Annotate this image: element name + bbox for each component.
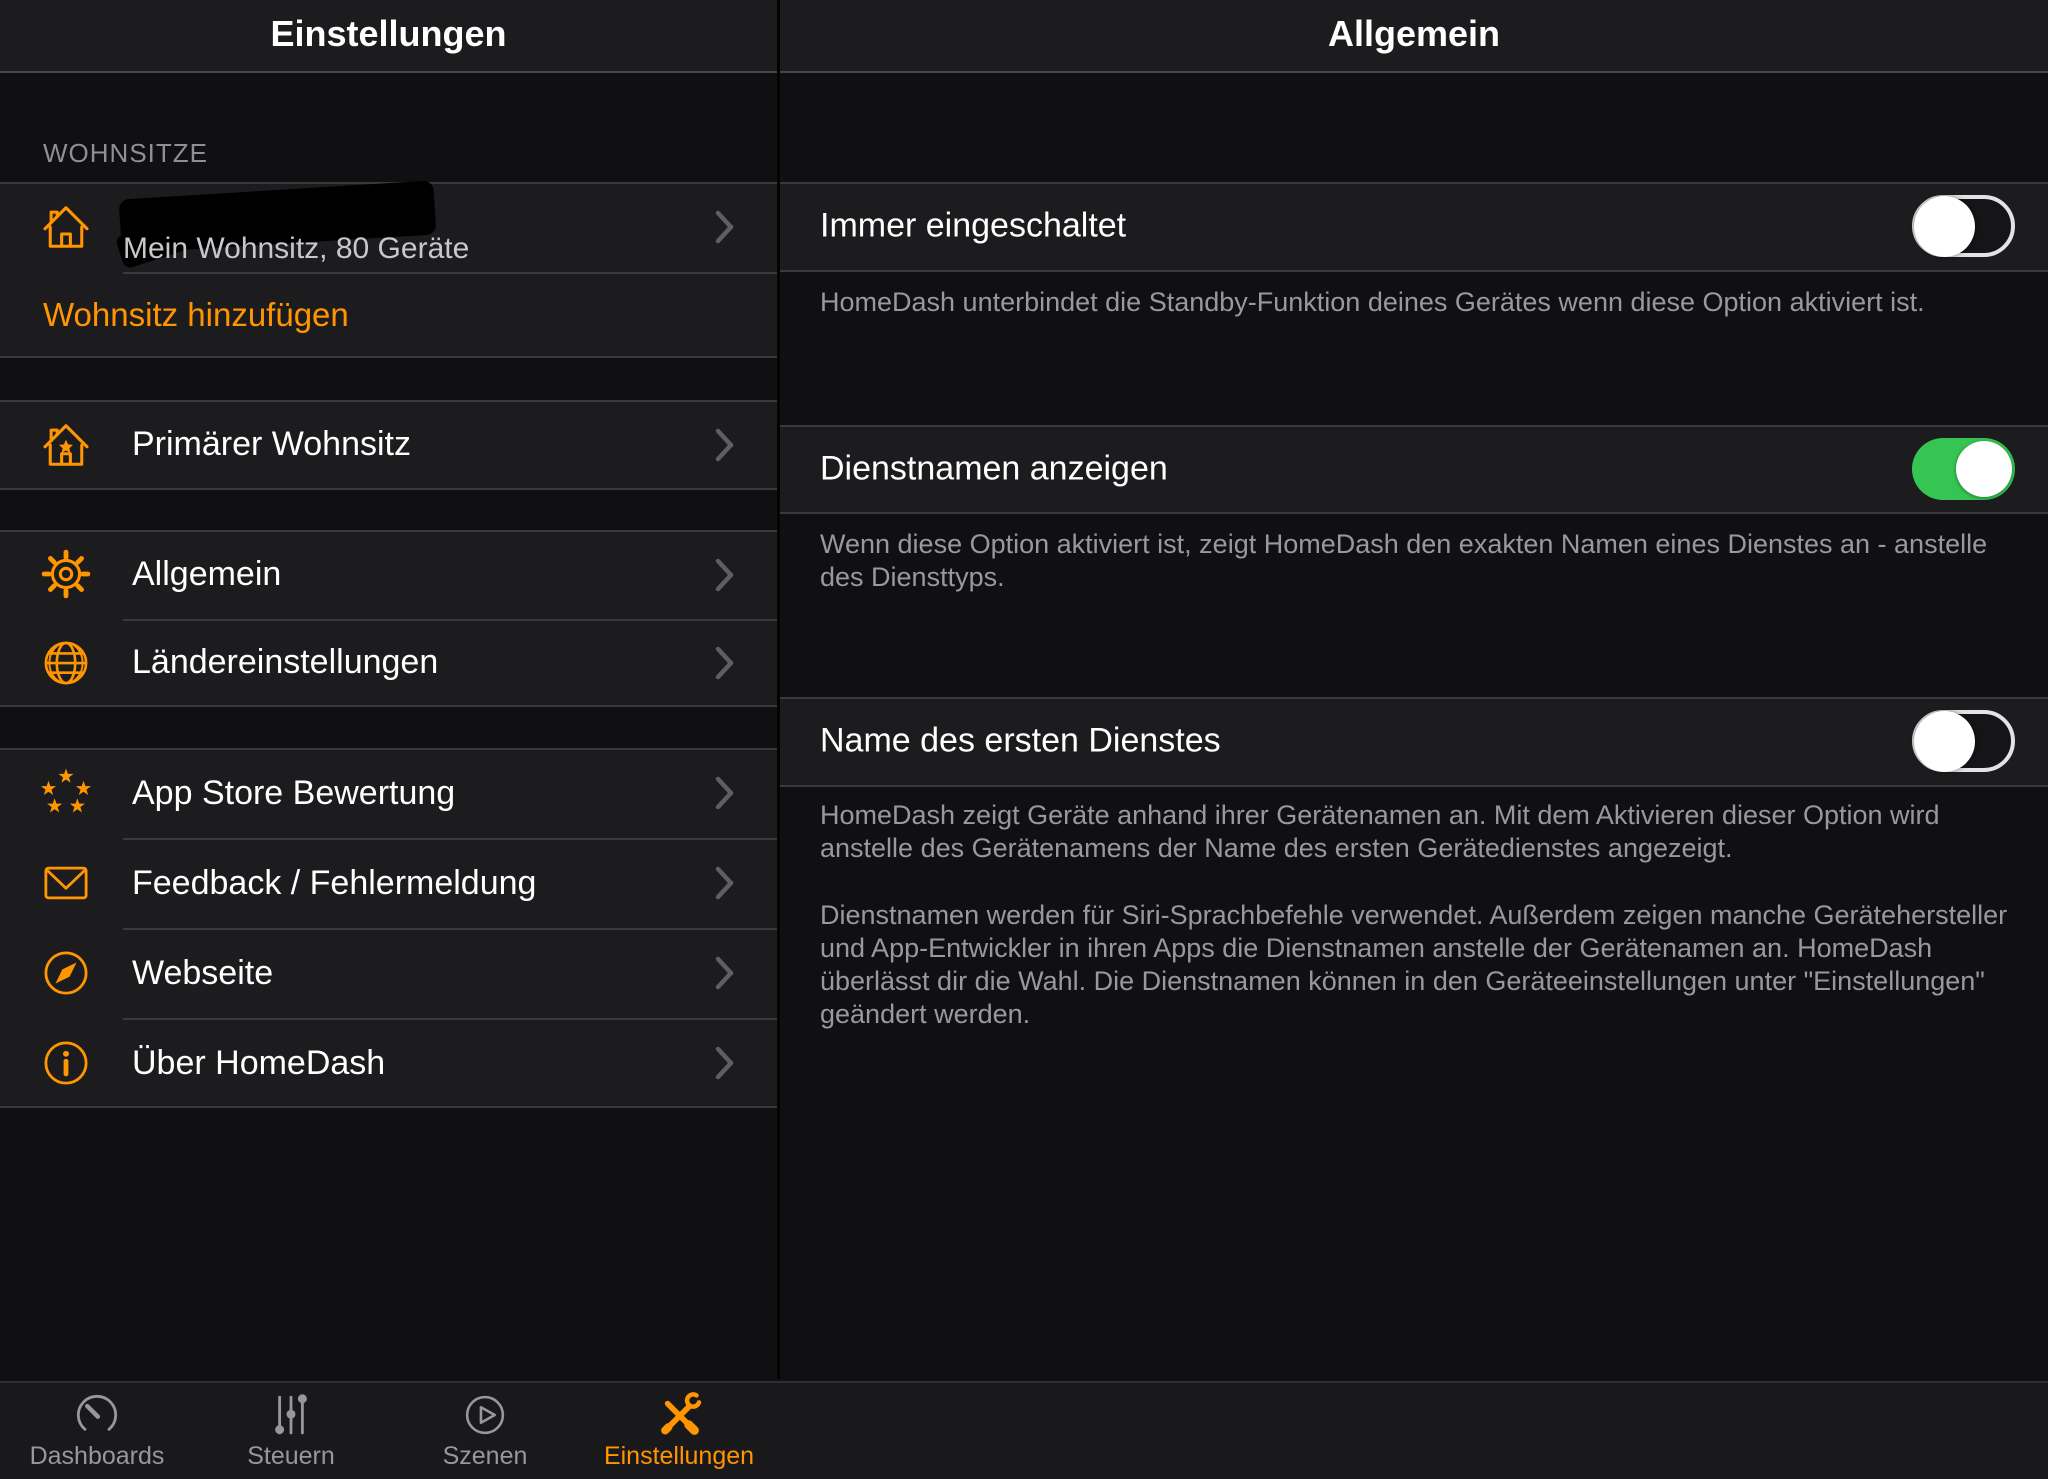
chevron-right-icon [714, 865, 736, 901]
setting-row-name-des-ersten-dienstes: Name des ersten Dienstes [780, 697, 2048, 785]
tab-dashboards[interactable]: Dashboards [0, 1383, 194, 1479]
chevron-right-icon [714, 775, 736, 811]
sidebar-item-primary-residence[interactable]: Primärer Wohnsitz [0, 400, 777, 490]
chevron-right-icon [714, 557, 736, 593]
setting-description: HomeDash zeigt Geräte anhand ihrer Gerät… [820, 799, 2025, 865]
tab-label: Steuern [194, 1442, 388, 1471]
chevron-right-icon [714, 427, 736, 463]
gear-icon [38, 546, 94, 602]
name-des-ersten-dienstes-toggle[interactable] [1912, 710, 2015, 772]
gauge-icon [71, 1389, 123, 1441]
homedash-settings-screen: Einstellungen Allgemein WOHNSITZE Mein W… [0, 0, 2048, 1479]
toggle-knob [1956, 441, 2012, 497]
setting-description: HomeDash unterbindet die Standby-Funktio… [820, 286, 2025, 319]
house-star-icon [38, 417, 94, 473]
setting-description-2: Dienstnamen werden für Siri-Sprachbefehl… [820, 899, 2025, 1031]
tab-label: Szenen [388, 1442, 582, 1471]
play-circle-icon [459, 1389, 511, 1441]
sidebar-title: Einstellungen [0, 13, 777, 55]
sidebar-item-label: Webseite [132, 954, 273, 993]
sidebar-item-label: Feedback / Fehlermeldung [132, 864, 536, 903]
setting-label: Immer eingeschaltet [820, 207, 1126, 246]
tab-steuern[interactable]: Steuern [194, 1383, 388, 1479]
toggle-knob [1914, 196, 1975, 257]
immer-eingeschaltet-toggle[interactable] [1912, 195, 2015, 257]
five-stars-icon [38, 765, 94, 821]
toggle-knob [1914, 711, 1975, 772]
sidebar-item-webseite[interactable]: Webseite [0, 928, 777, 1018]
house-icon [38, 199, 94, 255]
sidebar-item-laendereinstellungen[interactable]: Ländereinstellungen [0, 619, 777, 707]
header-separator [0, 71, 2048, 73]
sidebar-item-label: Primärer Wohnsitz [132, 425, 411, 464]
tab-label: Dashboards [0, 1442, 194, 1471]
setting-row-dienstnamen-anzeigen: Dienstnamen anzeigen [780, 425, 2048, 512]
sidebar-item-label: Ländereinstellungen [132, 643, 438, 682]
dienstnamen-anzeigen-toggle[interactable] [1912, 438, 2015, 500]
tools-icon [653, 1389, 705, 1441]
sidebar-item-allgemein[interactable]: Allgemein [0, 530, 777, 619]
setting-row-immer-eingeschaltet: Immer eingeschaltet [780, 182, 2048, 270]
chevron-right-icon [714, 955, 736, 991]
sidebar-item-residence[interactable]: Mein Wohnsitz, 80 Geräte [0, 182, 777, 272]
setting-label: Dienstnamen anzeigen [820, 449, 1168, 488]
envelope-icon [38, 855, 94, 911]
sidebar-item-label: Allgemein [132, 555, 281, 594]
residence-subtitle: Mein Wohnsitz, 80 Geräte [123, 232, 469, 266]
sidebar-item-feedback[interactable]: Feedback / Fehlermeldung [0, 838, 777, 928]
sidebar-item-label: App Store Bewertung [132, 774, 455, 813]
chevron-right-icon [714, 209, 736, 245]
sidebar-item-ueber-homedash[interactable]: Über HomeDash [0, 1018, 777, 1108]
sliders-icon [265, 1389, 317, 1441]
sidebar-item-appstore-bewertung[interactable]: App Store Bewertung [0, 748, 777, 838]
add-residence-label: Wohnsitz hinzufügen [43, 296, 349, 334]
globe-icon [38, 635, 94, 691]
sidebar-item-label: Über HomeDash [132, 1044, 385, 1083]
chevron-right-icon [714, 645, 736, 681]
section-label-wohnsitze: WOHNSITZE [43, 138, 208, 169]
tab-szenen[interactable]: Szenen [388, 1383, 582, 1479]
info-icon [38, 1035, 94, 1091]
compass-icon [38, 945, 94, 1001]
chevron-right-icon [714, 1045, 736, 1081]
add-residence-button[interactable]: Wohnsitz hinzufügen [0, 272, 777, 356]
setting-label: Name des ersten Dienstes [820, 722, 1221, 761]
detail-title: Allgemein [780, 13, 2048, 55]
tab-bar: Dashboards Steuern [0, 1381, 2048, 1479]
setting-description: Wenn diese Option aktiviert ist, zeigt H… [820, 528, 2025, 594]
tab-einstellungen[interactable]: Einstellungen [582, 1383, 776, 1479]
tab-label: Einstellungen [582, 1442, 776, 1471]
